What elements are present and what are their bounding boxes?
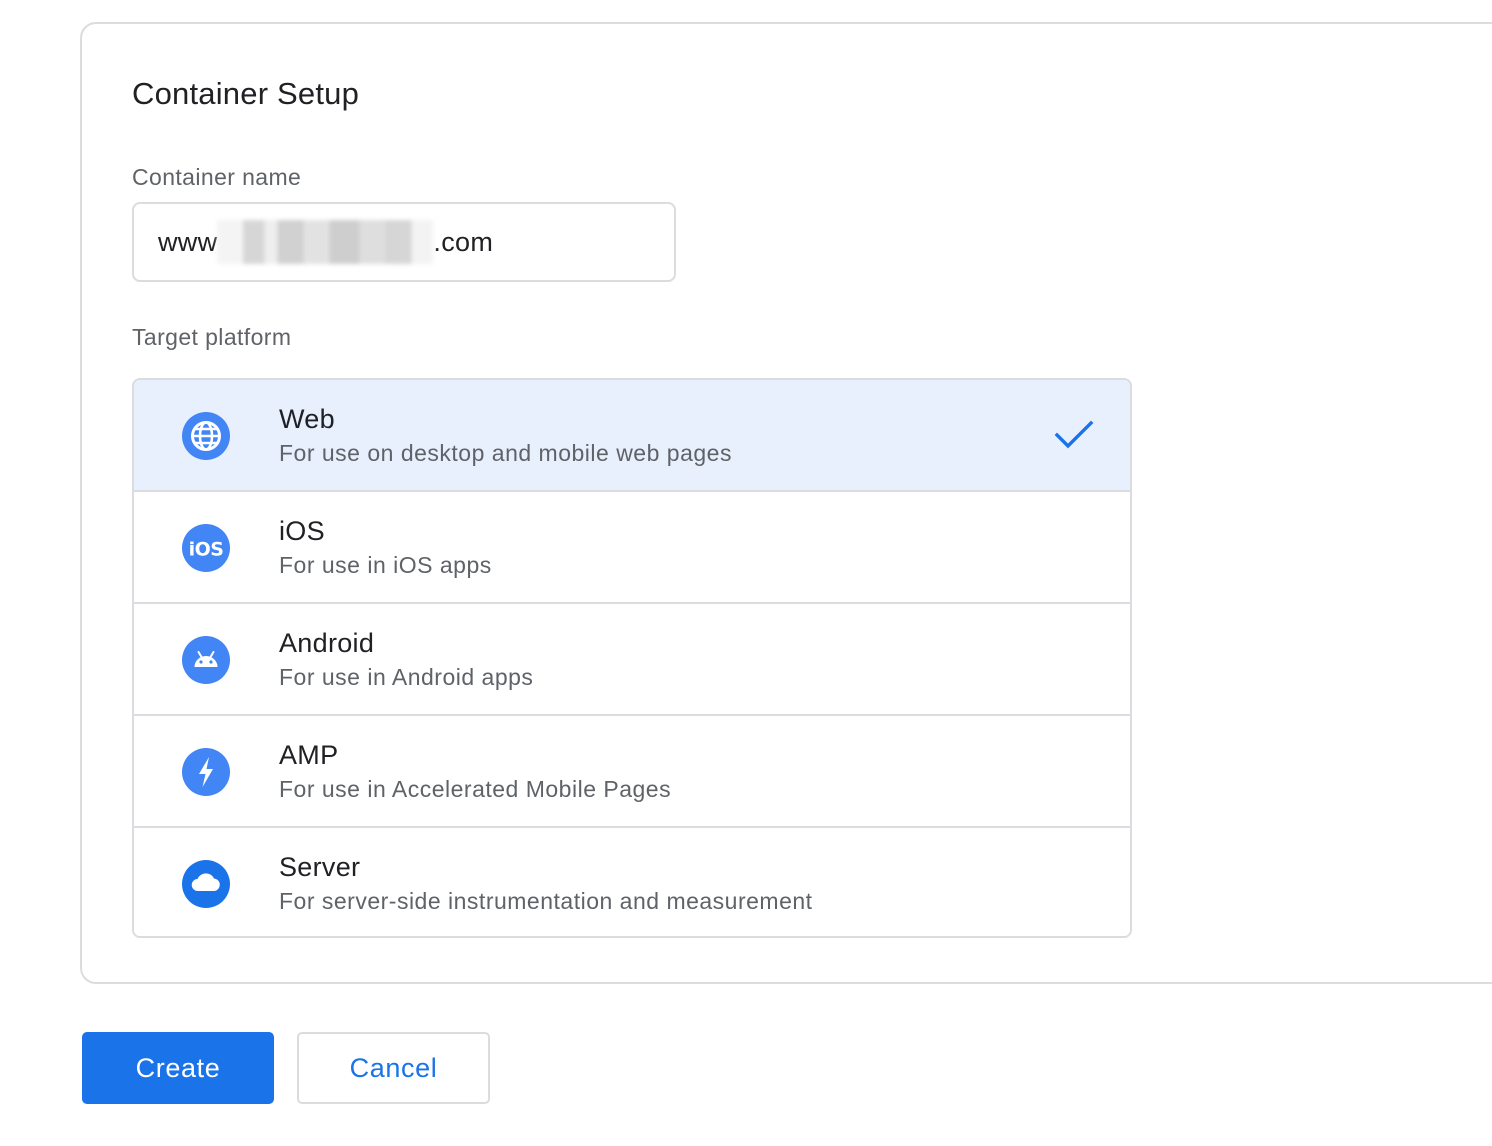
platform-option-android[interactable]: Android For use in Android apps xyxy=(134,604,1130,716)
platform-option-web[interactable]: Web For use on desktop and mobile web pa… xyxy=(134,380,1130,492)
redacted-text xyxy=(217,220,434,264)
create-button[interactable]: Create xyxy=(82,1032,274,1104)
platform-list: Web For use on desktop and mobile web pa… xyxy=(132,378,1132,938)
container-setup-card: Container Setup Container name www .com T… xyxy=(80,22,1492,984)
cloud-icon xyxy=(182,860,230,908)
svg-text:iOS: iOS xyxy=(189,539,224,561)
dialog-title: Container Setup xyxy=(132,76,360,111)
platform-description: For use in Accelerated Mobile Pages xyxy=(279,776,672,802)
platform-name: Android xyxy=(279,628,375,658)
android-icon xyxy=(182,636,230,684)
platform-description: For server-side instrumentation and meas… xyxy=(279,888,813,914)
platform-name: Server xyxy=(279,852,361,882)
platform-name: AMP xyxy=(279,740,339,770)
platform-option-server[interactable]: Server For server-side instrumentation a… xyxy=(134,828,1130,936)
platform-name: Web xyxy=(279,404,335,434)
platform-name: iOS xyxy=(279,516,325,546)
lightning-icon xyxy=(182,748,230,796)
container-name-input[interactable]: www .com xyxy=(132,202,676,282)
container-name-suffix: .com xyxy=(433,226,494,257)
ios-icon: iOS xyxy=(182,524,230,572)
container-name-label: Container name xyxy=(132,164,302,190)
globe-icon xyxy=(182,412,230,460)
platform-option-amp[interactable]: AMP For use in Accelerated Mobile Pages xyxy=(134,716,1130,828)
container-name-prefix: www xyxy=(158,226,218,257)
platform-option-ios[interactable]: iOS iOS For use in iOS apps xyxy=(134,492,1130,604)
platform-description: For use in iOS apps xyxy=(279,552,492,578)
target-platform-label: Target platform xyxy=(132,324,292,350)
checkmark-icon xyxy=(1054,420,1094,449)
platform-description: For use on desktop and mobile web pages xyxy=(279,440,732,466)
cancel-button[interactable]: Cancel xyxy=(297,1032,490,1104)
platform-description: For use in Android apps xyxy=(279,664,534,690)
